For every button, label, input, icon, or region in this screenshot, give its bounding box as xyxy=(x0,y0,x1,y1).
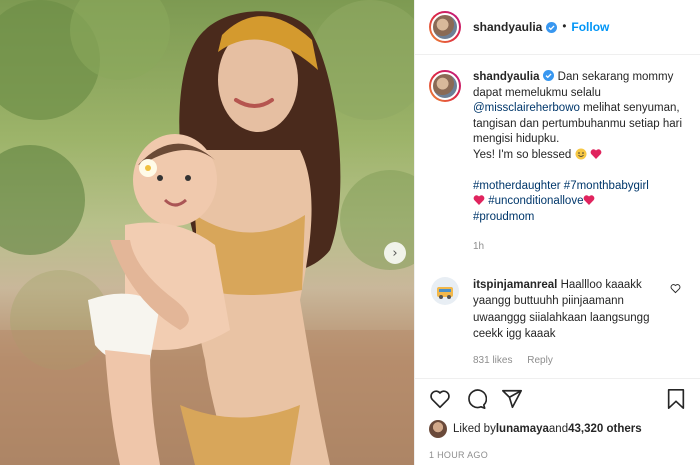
author-avatar[interactable] xyxy=(429,11,461,43)
likes-others-count[interactable]: 43,320 others xyxy=(568,423,642,435)
likes-summary: Liked by lunamaya and 43,320 others xyxy=(429,420,687,438)
heart-icon[interactable] xyxy=(429,388,451,410)
comment-meta: 831 likes Reply xyxy=(473,353,678,370)
caption-blessed: Yes! I'm so blessed xyxy=(473,148,575,161)
likes-and: and xyxy=(548,423,569,435)
comment-icon[interactable] xyxy=(465,388,487,410)
verified-badge-icon xyxy=(546,21,558,33)
caption: shandyaulia Dan sekarang mommy dapat mem… xyxy=(429,70,687,255)
comments-section[interactable]: shandyaulia Dan sekarang mommy dapat mem… xyxy=(415,56,700,376)
comment-item: itspinjamanreal Haallloo kaaakk yaangg b… xyxy=(429,276,687,370)
post-actions: Liked by lunamaya and 43,320 others 1 HO… xyxy=(415,378,700,465)
hashtag-proudmom[interactable]: #proudmom xyxy=(473,211,534,223)
next-photo-chevron-icon[interactable]: › xyxy=(384,242,406,264)
post-header: shandyaulia • Follow xyxy=(415,0,700,55)
red-heart-icon xyxy=(473,195,485,205)
mention-link[interactable]: @missclaireherbowo xyxy=(473,102,580,114)
comment-text: itspinjamanreal Haallloo kaaakk yaangg b… xyxy=(473,277,678,370)
comment-like-heart-icon[interactable] xyxy=(670,283,681,294)
author-username[interactable]: shandyaulia xyxy=(473,20,542,34)
verified-badge-icon xyxy=(543,70,555,81)
share-icon[interactable] xyxy=(501,388,523,410)
caption-time: 1h xyxy=(473,241,485,252)
caption-avatar[interactable] xyxy=(429,70,461,102)
bookmark-icon[interactable] xyxy=(665,388,687,410)
post-sidebar: shandyaulia • Follow shandyaulia Dan sek… xyxy=(414,0,700,465)
red-heart-icon xyxy=(584,195,595,205)
follow-button[interactable]: Follow xyxy=(571,20,609,34)
caption-username[interactable]: shandyaulia xyxy=(473,71,539,83)
posted-time[interactable]: 1 HOUR AGO xyxy=(429,450,687,460)
liker-avatar[interactable] xyxy=(429,420,447,438)
commenter-username[interactable]: itspinjamanreal xyxy=(473,279,557,291)
hashtag-unconditionallove[interactable]: #unconditionallove xyxy=(488,195,583,207)
instagram-post: › shandyaulia • Follow shandyaulia Dan s… xyxy=(0,0,700,465)
separator-dot: • xyxy=(562,21,567,33)
caption-text: shandyaulia Dan sekarang mommy dapat mem… xyxy=(473,70,687,255)
hashtag-7monthbabygirl[interactable]: #7monthbabygirl xyxy=(564,180,649,192)
post-photo[interactable]: › xyxy=(0,0,414,465)
smile-emoji-icon xyxy=(575,148,586,159)
liker-username[interactable]: lunamaya xyxy=(496,423,549,435)
photo-illustration xyxy=(0,0,414,465)
reply-button[interactable]: Reply xyxy=(527,355,553,366)
comment-likes[interactable]: 831 likes xyxy=(473,355,512,366)
commenter-logo-icon xyxy=(437,286,453,299)
hashtag-motherdaughter[interactable]: #motherdaughter xyxy=(473,180,561,192)
red-heart-icon xyxy=(590,148,602,159)
likes-prefix: Liked by xyxy=(453,423,496,435)
action-icons xyxy=(429,379,687,419)
commenter-avatar[interactable] xyxy=(431,276,459,305)
